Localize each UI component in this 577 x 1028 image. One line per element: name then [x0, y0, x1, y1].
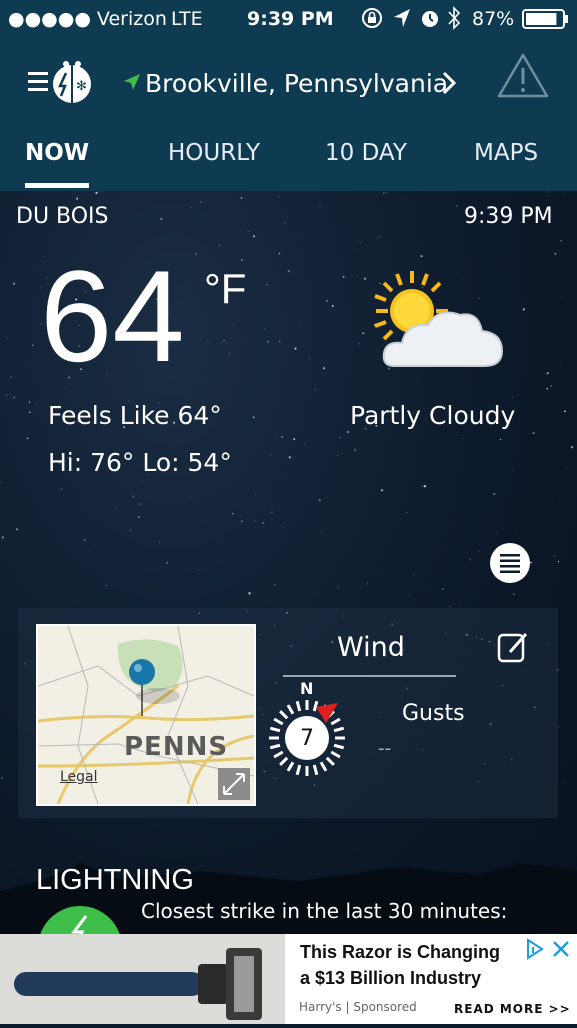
- map-legal-link[interactable]: Legal: [60, 769, 98, 785]
- menu-button[interactable]: ✻: [26, 60, 96, 110]
- radar-map-thumbnail[interactable]: PENNS Legal: [36, 624, 256, 806]
- alert-warning-icon[interactable]: [496, 52, 550, 104]
- location-arrow-icon: [122, 72, 142, 96]
- current-temperature: 64: [40, 243, 185, 389]
- clock-label: 9:39 PM: [247, 8, 334, 30]
- ad-sponsor: Harry's | Sponsored: [299, 1000, 417, 1014]
- app-logo-icon: ✻: [53, 61, 91, 103]
- rotation-lock-icon: [360, 6, 384, 35]
- list-icon: [490, 543, 530, 583]
- ad-product-image: [0, 934, 285, 1024]
- lightning-text: Closest strike in the last 30 minutes:: [141, 899, 508, 923]
- lightning-title: LIGHTNING: [36, 864, 194, 896]
- tab-maps[interactable]: MAPS: [474, 140, 538, 166]
- app-header: ✻ Brookville, Pennsylvania NOW HOURLY 10…: [0, 38, 577, 191]
- battery-icon: [522, 9, 570, 34]
- temperature-unit: °F: [204, 265, 247, 312]
- expand-map-icon[interactable]: [218, 768, 250, 800]
- condition-text: Partly Cloudy: [350, 401, 516, 430]
- network-label: LTE: [171, 8, 203, 30]
- tab-hourly[interactable]: HOURLY: [168, 140, 260, 166]
- wind-divider: [283, 675, 456, 677]
- ad-headline-line1: This Razor is Changing: [300, 942, 501, 962]
- hi-lo-temperature: Hi: 76° Lo: 54°: [48, 448, 232, 477]
- battery-percent: 87%: [472, 8, 515, 30]
- main-content: DU BOIS 9:39 PM 64 °F Feels Like 64° Hi:…: [0, 191, 577, 934]
- active-tab-indicator: [25, 183, 89, 188]
- wind-title: Wind: [337, 632, 405, 663]
- alarm-icon: [419, 6, 441, 35]
- status-bar: ●●●●● Verizon LTE 9:39 PM 87%: [0, 0, 577, 38]
- tab-now[interactable]: NOW: [25, 140, 89, 166]
- location-selector[interactable]: Brookville, Pennsylvania: [145, 69, 448, 98]
- feels-like: Feels Like 64°: [48, 401, 222, 430]
- gusts-value: --: [378, 738, 391, 759]
- bluetooth-icon: [446, 5, 462, 36]
- ad-banner[interactable]: This Razor is Changing a $13 Billion Ind…: [0, 934, 577, 1024]
- carrier-label: ●●●●● Verizon: [8, 8, 167, 30]
- close-ad-icon[interactable]: [550, 938, 572, 964]
- hamburger-icon: [28, 72, 48, 91]
- edit-icon[interactable]: [496, 630, 530, 668]
- station-name: DU BOIS: [16, 204, 109, 229]
- list-view-button[interactable]: [488, 541, 532, 589]
- wind-speed: 7: [300, 726, 314, 751]
- partly-cloudy-icon: [372, 271, 512, 385]
- location-arrow-icon: [392, 7, 412, 34]
- tab-10-day[interactable]: 10 DAY: [325, 140, 407, 166]
- ad-headline-line2: a $13 Billion Industry: [300, 968, 482, 988]
- station-time: 9:39 PM: [464, 204, 553, 229]
- gusts-label: Gusts: [402, 701, 465, 726]
- svg-text:✻: ✻: [76, 79, 87, 94]
- lightning-status-icon: [38, 906, 122, 934]
- chevron-right-icon[interactable]: [440, 69, 458, 103]
- adchoices-icon[interactable]: [524, 938, 546, 964]
- ad-read-more-link[interactable]: READ MORE >>: [454, 1002, 571, 1016]
- map-region-label: PENNS: [124, 732, 229, 762]
